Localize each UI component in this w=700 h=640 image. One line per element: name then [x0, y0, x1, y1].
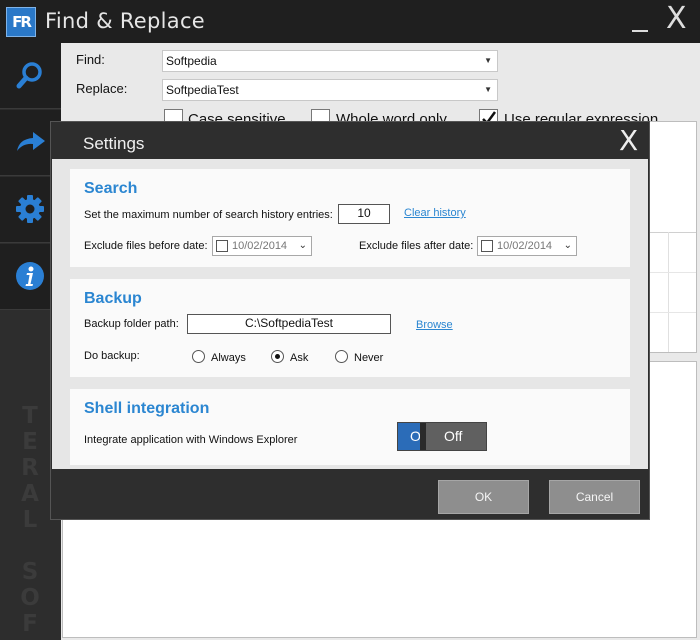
- settings-dialog: Settings X Search Set the maximum number…: [50, 121, 650, 520]
- magnifier-icon: [16, 62, 42, 89]
- backup-always-label: Always: [211, 352, 246, 364]
- backup-ask-radio[interactable]: [271, 350, 284, 363]
- exclude-before-label: Exclude files before date:: [84, 240, 208, 252]
- minimize-button[interactable]: [632, 4, 654, 34]
- max-history-input[interactable]: 10: [338, 204, 390, 224]
- settings-title: Settings: [83, 134, 145, 153]
- find-combobox[interactable]: Softpedia ▼: [162, 50, 498, 72]
- backup-never-label: Never: [354, 352, 384, 364]
- shell-integrate-label: Integrate application with Windows Explo…: [84, 434, 298, 446]
- info-icon: [16, 262, 44, 290]
- backup-heading: Backup: [84, 290, 142, 307]
- shell-heading: Shell integration: [84, 400, 210, 417]
- exclude-after-datepicker[interactable]: 10/02/2014 ⌄: [477, 236, 577, 256]
- backup-folder-label: Backup folder path:: [84, 318, 179, 330]
- window-close-button[interactable]: X: [666, 4, 692, 34]
- replace-label: Replace:: [76, 81, 128, 96]
- sidebar-item-search[interactable]: [0, 43, 61, 109]
- settings-close-button[interactable]: X: [619, 126, 638, 156]
- toggle-knob: [420, 423, 426, 450]
- backup-folder-input[interactable]: C:\SoftpediaTest: [187, 314, 391, 334]
- browse-link[interactable]: Browse: [416, 319, 453, 331]
- shell-section: Shell integration Integrate application …: [70, 389, 630, 465]
- cancel-button[interactable]: Cancel: [549, 480, 640, 514]
- chevron-down-icon[interactable]: ▼: [484, 51, 492, 71]
- find-value: Softpedia: [166, 54, 217, 68]
- clear-history-link[interactable]: Clear history: [404, 207, 466, 219]
- backup-never-radio[interactable]: [335, 350, 348, 363]
- backup-ask-label: Ask: [290, 352, 309, 364]
- app-logo: FR: [6, 7, 36, 37]
- chevron-down-icon[interactable]: ⌄: [564, 237, 572, 255]
- exclude-before-datepicker[interactable]: 10/02/2014 ⌄: [212, 236, 312, 256]
- gear-icon: [16, 195, 44, 223]
- settings-body: Search Set the maximum number of search …: [52, 159, 648, 469]
- title-bar: FR Find & Replace X: [0, 0, 700, 43]
- do-backup-label: Do backup:: [84, 350, 140, 362]
- find-label: Find:: [76, 52, 105, 67]
- backup-always-radio[interactable]: [192, 350, 205, 363]
- chevron-down-icon[interactable]: ⌄: [299, 237, 307, 255]
- arrow-right-icon: [17, 132, 45, 151]
- replace-value: SoftpediaTest: [166, 83, 239, 97]
- replace-combobox[interactable]: SoftpediaTest ▼: [162, 79, 498, 101]
- exclude-before-checkbox[interactable]: [216, 240, 228, 252]
- shell-integration-toggle[interactable]: On Off: [397, 422, 487, 451]
- brand-watermark: T E R A L S O F T: [20, 403, 40, 640]
- ok-button[interactable]: OK: [438, 480, 529, 514]
- exclude-after-checkbox[interactable]: [481, 240, 493, 252]
- toggle-on-text: On: [398, 423, 420, 450]
- search-section: Search Set the maximum number of search …: [70, 169, 630, 267]
- chevron-down-icon[interactable]: ▼: [484, 80, 492, 100]
- toggle-off-text: Off: [444, 428, 463, 444]
- backup-section: Backup Backup folder path: C:\SoftpediaT…: [70, 279, 630, 377]
- exclude-after-label: Exclude files after date:: [359, 240, 474, 252]
- search-heading: Search: [84, 180, 138, 197]
- max-history-label: Set the maximum number of search history…: [84, 209, 333, 221]
- window-title: Find & Replace: [45, 9, 206, 33]
